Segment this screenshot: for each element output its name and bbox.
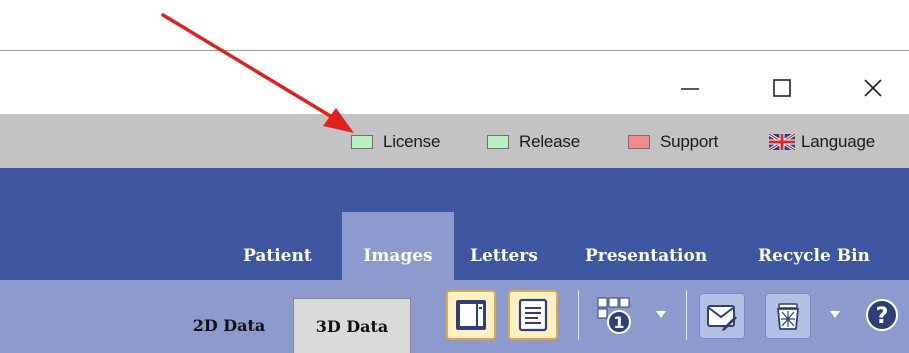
- annotation-arrow: [161, 13, 354, 133]
